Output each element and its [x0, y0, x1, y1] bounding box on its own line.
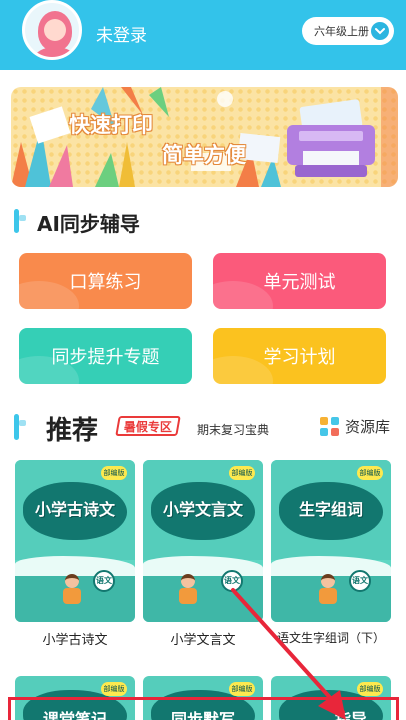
- oral-math-button[interactable]: 口算练习: [19, 253, 192, 309]
- top-header: 未登录 六年级上册: [0, 0, 406, 70]
- avatar-face: [44, 19, 66, 41]
- cover-ground: [143, 576, 263, 622]
- ai-section-title: AI同步辅导: [37, 212, 140, 236]
- recommend-title: 推荐: [46, 416, 99, 446]
- login-status[interactable]: 未登录: [96, 21, 147, 46]
- grade-selector[interactable]: 六年级上册: [302, 17, 394, 45]
- subject-badge: 语文: [221, 570, 243, 592]
- book-card-partial[interactable]: 部编版 课堂笔记: [15, 676, 135, 720]
- book-cover-title: 生字组词: [298, 500, 363, 519]
- edition-badge: 部编版: [357, 466, 383, 480]
- section-marker-icon: [14, 209, 26, 233]
- book-label[interactable]: 语文生字组词（下）: [261, 629, 401, 646]
- unit-test-button[interactable]: 单元测试: [213, 253, 386, 309]
- sync-topic-label: 同步提升专题: [51, 347, 160, 368]
- study-plan-label: 学习计划: [263, 347, 336, 368]
- section-marker-icon: [14, 414, 26, 440]
- sync-topic-button[interactable]: 同步提升专题: [19, 328, 192, 384]
- children-reading-icon: [177, 574, 199, 604]
- banner-title-1: 快速打印: [69, 113, 153, 137]
- user-avatar[interactable]: [22, 0, 82, 60]
- book-cover-title: 指导: [334, 710, 367, 720]
- banner-title-2: 简单方便: [162, 143, 246, 167]
- resource-library-link[interactable]: 资源库: [320, 416, 390, 437]
- edition-badge: 部编版: [229, 466, 255, 480]
- book-card-partial[interactable]: 部编版 同步默写: [143, 676, 263, 720]
- oral-math-label: 口算练习: [69, 272, 142, 293]
- edition-badge: 部编版: [101, 682, 127, 696]
- book-card[interactable]: 部编版 小学古诗文 语文: [15, 460, 135, 622]
- summer-zone-label: 暑假专区: [123, 419, 172, 434]
- child-reading-icon: [61, 574, 83, 604]
- book-label[interactable]: 小学文言文: [133, 629, 273, 648]
- resource-library-label: 资源库: [345, 418, 391, 436]
- book-cover-title: 小学古诗文: [34, 500, 115, 519]
- subject-badge: 语文: [93, 570, 115, 592]
- book-card[interactable]: 部编版 生字组词 语文: [271, 460, 391, 622]
- print-banner[interactable]: 快速打印 简单方便: [11, 87, 398, 187]
- final-review-link[interactable]: 期末复习宝典: [197, 421, 269, 438]
- edition-badge: 部编版: [357, 682, 383, 696]
- unit-test-label: 单元测试: [263, 272, 336, 293]
- chevron-down-icon: [371, 22, 389, 40]
- book-card-partial[interactable]: 部编版 指导: [271, 676, 391, 720]
- summer-zone-tag[interactable]: 暑假专区: [115, 416, 181, 436]
- grid-icon: [320, 416, 340, 437]
- grade-selector-label: 六年级上册: [314, 25, 369, 38]
- subject-badge: 语文: [349, 570, 371, 592]
- edition-badge: 部编版: [101, 466, 127, 480]
- edition-badge: 部编版: [229, 682, 255, 696]
- book-card[interactable]: 部编版 小学文言文 语文: [143, 460, 263, 622]
- child-at-desk-icon: [317, 574, 339, 604]
- book-cover-title: 同步默写: [170, 710, 235, 720]
- study-plan-button[interactable]: 学习计划: [213, 328, 386, 384]
- book-label[interactable]: 小学古诗文: [5, 629, 145, 648]
- book-cover-title: 课堂笔记: [42, 710, 107, 720]
- book-cover-title: 小学文言文: [162, 500, 243, 519]
